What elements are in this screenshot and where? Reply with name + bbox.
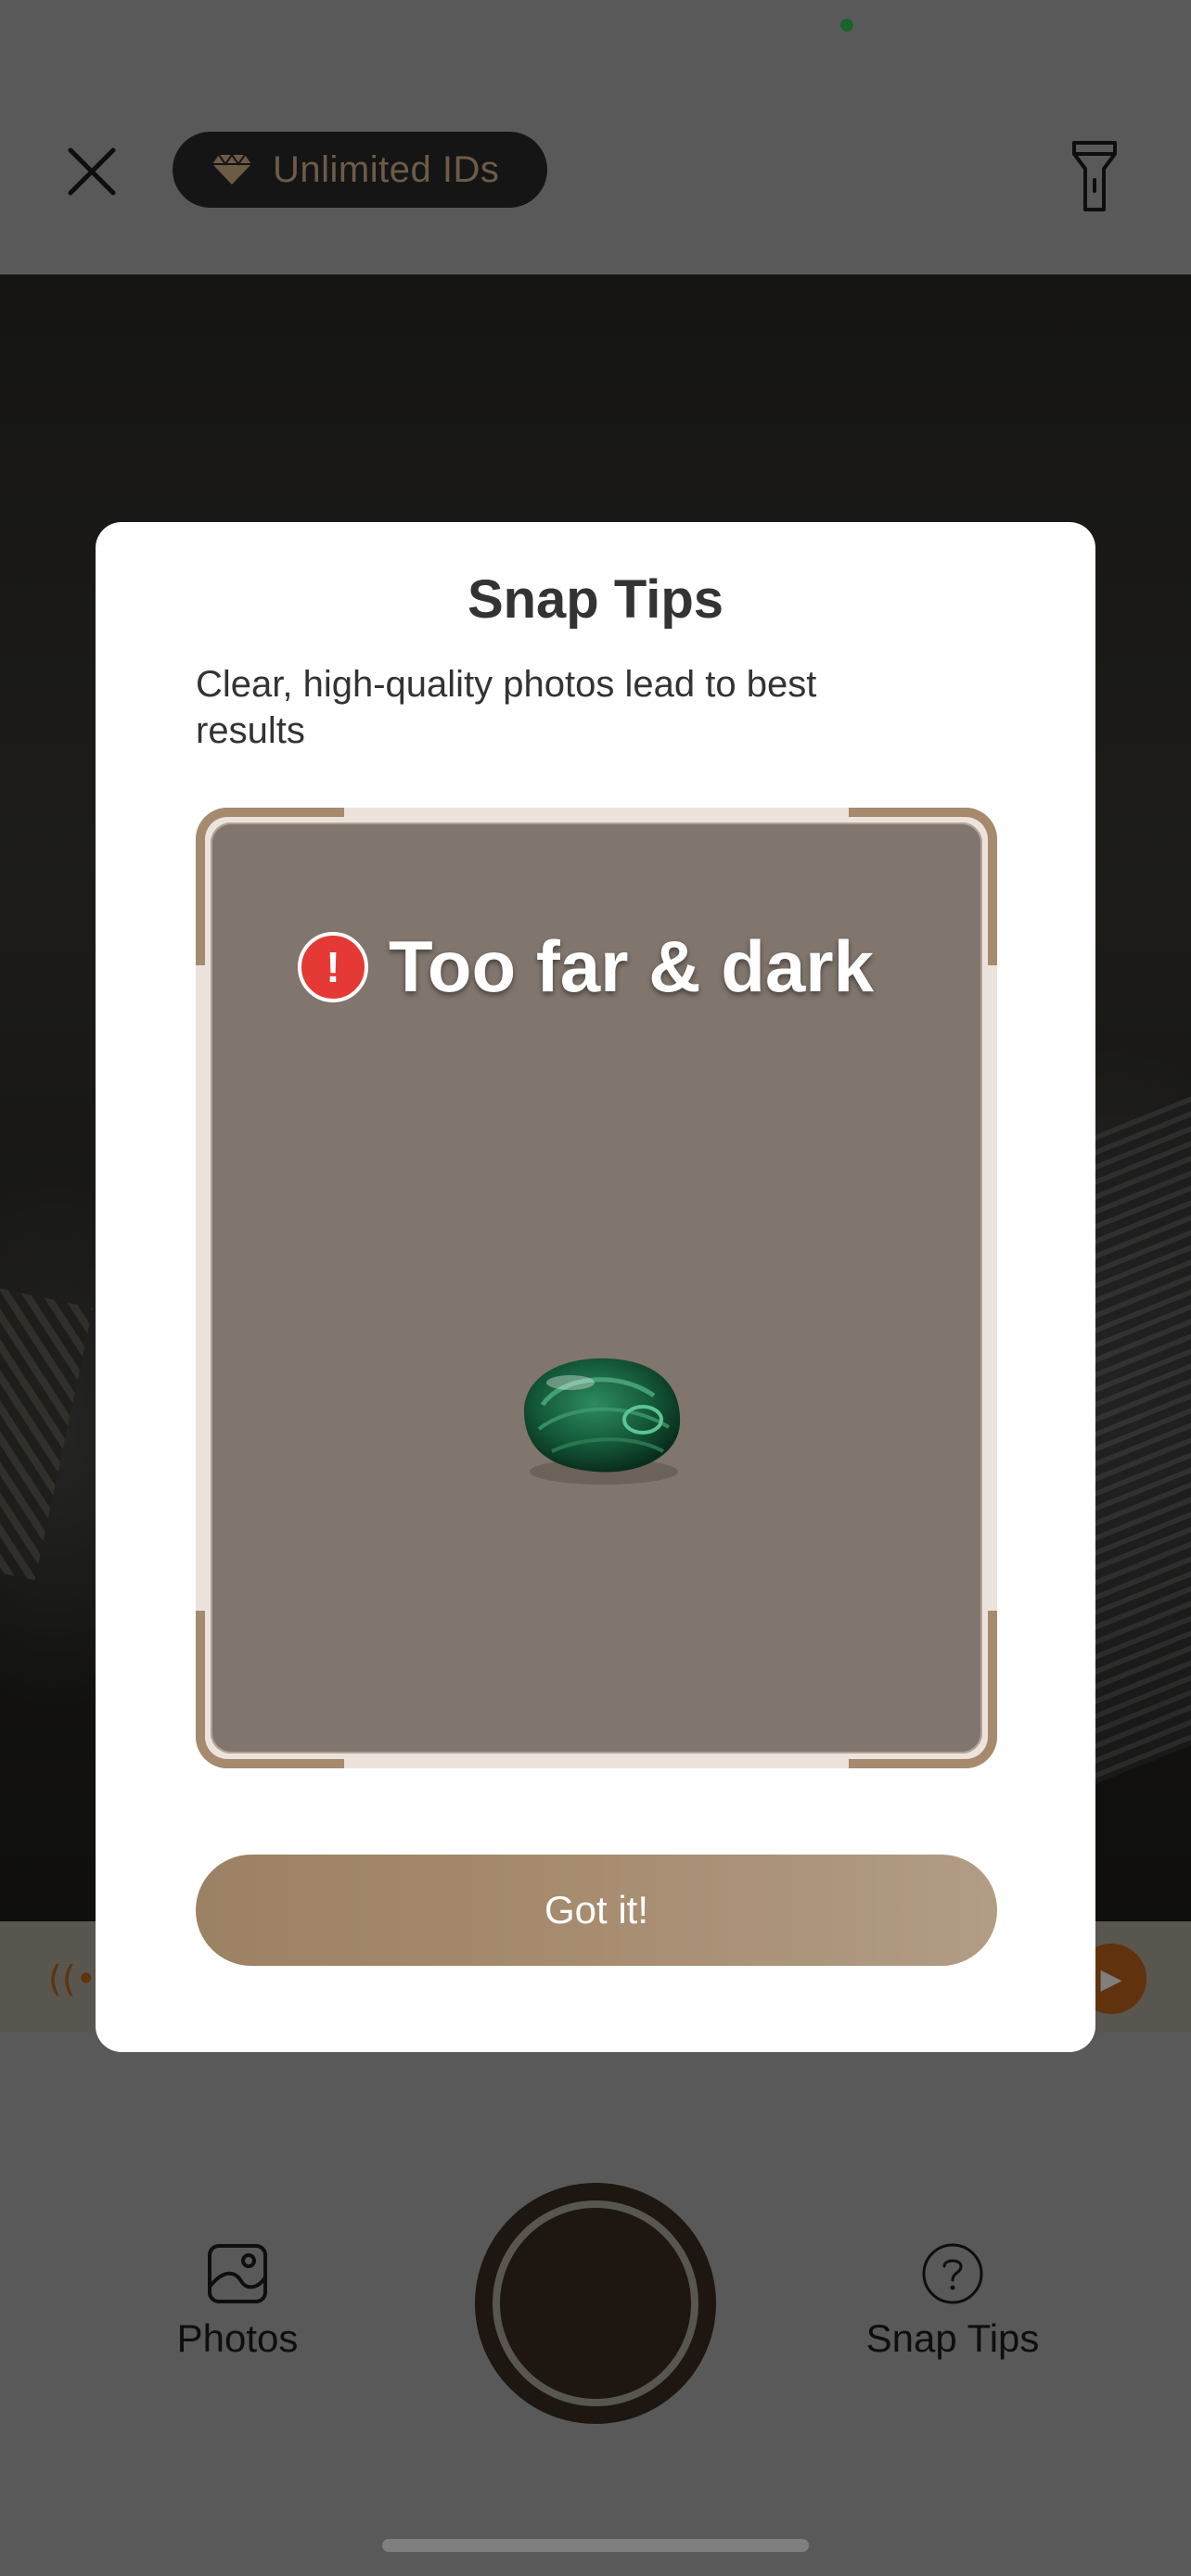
got-it-button[interactable]: Got it! (196, 1855, 997, 1966)
frame-corner (849, 1611, 997, 1768)
warning-text: Too far & dark (389, 925, 874, 1007)
frame-corner (849, 808, 997, 965)
snap-tips-dialog: Snap Tips Clear, high-quality photos lea… (96, 522, 1095, 2052)
dialog-subtitle: Clear, high-quality photos lead to best … (196, 664, 817, 751)
warning-label: ! Too far & dark (298, 925, 874, 1009)
example-photo-frame: ! Too far & dark (196, 808, 997, 1768)
dialog-title: Snap Tips (467, 569, 724, 630)
frame-corner (196, 808, 344, 965)
frame-corner (196, 1611, 344, 1768)
malachite-stone-image (515, 1349, 685, 1485)
